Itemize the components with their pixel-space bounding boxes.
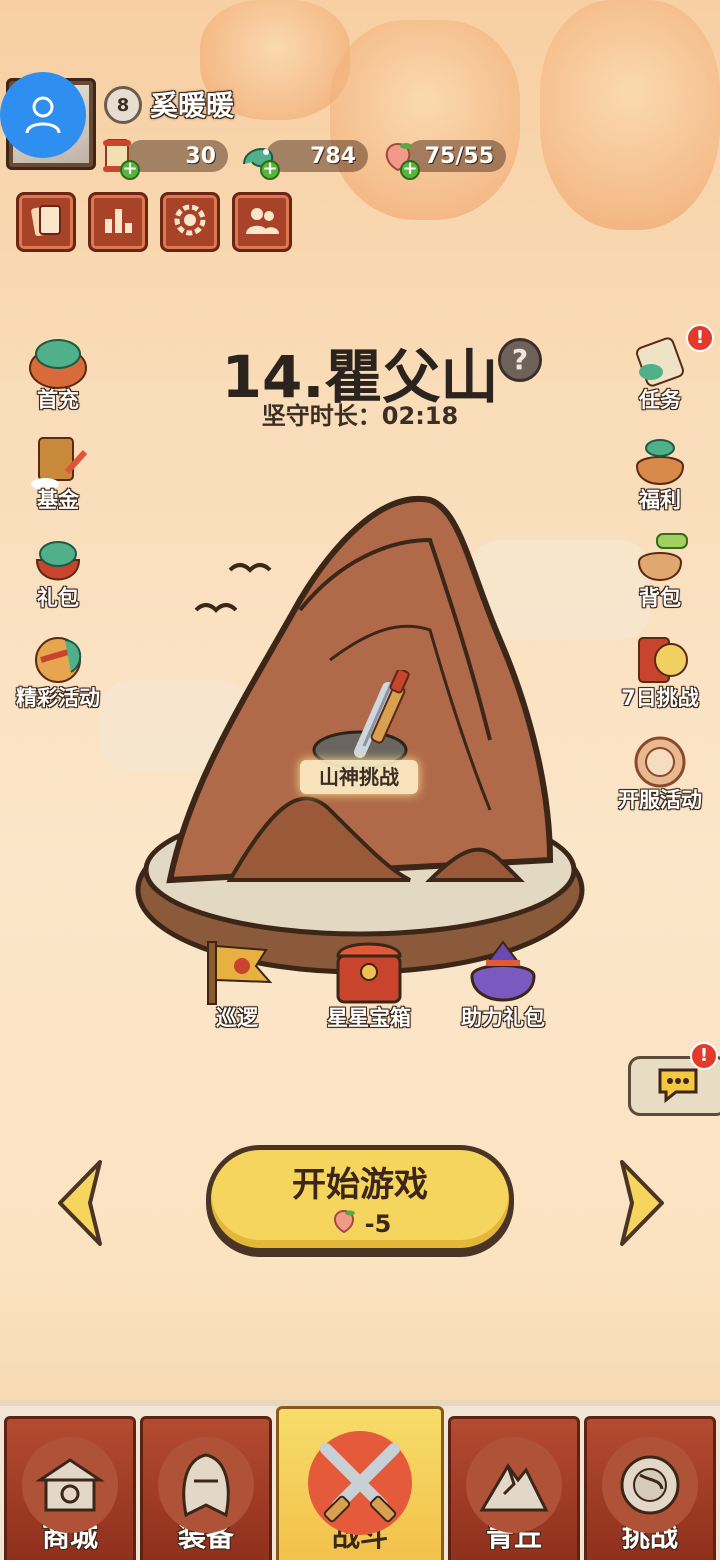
sword-in-stone-icon[interactable] — [300, 670, 420, 770]
gift-pack-button[interactable]: 礼包 — [8, 528, 108, 624]
star-chest-button[interactable]: 星星宝箱 — [314, 936, 424, 1032]
support-gift-bag-label: 助力礼包 — [461, 1006, 545, 1030]
shop-icon — [22, 1437, 118, 1533]
welfare-button[interactable]: 福利 — [610, 430, 710, 526]
challenge-orb-icon — [602, 1437, 698, 1533]
support-gift-bag-button[interactable]: 助力礼包 — [448, 936, 558, 1032]
patrol-flag-icon — [192, 936, 282, 1010]
resource-value: 30 — [126, 140, 228, 172]
tab-challenge[interactable]: 挑战 — [584, 1416, 716, 1560]
support-gift-bag-icon — [458, 936, 548, 1010]
qingqiu-mountain-icon — [466, 1437, 562, 1533]
resource-value: 75/55 — [406, 140, 506, 172]
patrol-button[interactable]: 巡逻 — [182, 936, 292, 1032]
seven-day-challenge-button[interactable]: 7日挑战 — [610, 628, 710, 724]
backpack-label: 背包 — [639, 586, 681, 610]
mountain-god-challenge-label[interactable]: 山神挑战 — [300, 760, 418, 794]
welfare-label: 福利 — [639, 488, 681, 512]
friends-button[interactable] — [232, 192, 292, 252]
tab-battle[interactable]: 战斗 — [276, 1406, 444, 1560]
start-cost-value: -5 — [364, 1209, 392, 1238]
cards-icon — [27, 201, 65, 243]
events-button[interactable]: 精彩活动 — [8, 628, 108, 724]
fund-label: 基金 — [37, 488, 79, 512]
start-cost: -5 — [329, 1206, 392, 1242]
cards-button[interactable] — [16, 192, 76, 252]
gift-pack-label: 礼包 — [37, 586, 79, 610]
server-open-event-button[interactable]: 开服活动 — [610, 730, 710, 826]
star-chest-label: 星星宝箱 — [327, 1006, 411, 1030]
avatar-placeholder-icon[interactable] — [0, 72, 86, 158]
tab-shop[interactable]: 商城 — [4, 1416, 136, 1560]
player-name: 奚暖暖 — [150, 89, 235, 122]
settings-gear-icon — [171, 201, 209, 243]
events-label: 精彩活动 — [16, 686, 100, 710]
server-open-event-label: 开服活动 — [618, 788, 702, 812]
equipment-helmet-icon — [158, 1437, 254, 1533]
tab-equipment[interactable]: 装备 — [140, 1416, 272, 1560]
background-lantern — [330, 20, 520, 220]
fund-button[interactable]: 基金 — [8, 430, 108, 526]
hold-time-label: 坚守时长：02:18 — [261, 402, 459, 430]
ranking-button[interactable] — [88, 192, 148, 252]
friends-icon — [243, 201, 281, 243]
background-lantern — [540, 0, 720, 230]
seven-day-challenge-label: 7日挑战 — [621, 686, 699, 710]
player-level-badge: 8 — [104, 86, 142, 124]
chat-alert-badge: ! — [690, 1042, 718, 1070]
tab-qingqiu[interactable]: 青丘 — [448, 1416, 580, 1560]
peach-stamina-icon — [329, 1206, 359, 1242]
chat-bubble-icon — [654, 1064, 702, 1108]
add-scroll-button[interactable]: + — [120, 160, 140, 180]
backpack-button[interactable]: 背包 — [610, 528, 710, 624]
previous-stage-arrow-icon[interactable] — [52, 1158, 112, 1248]
add-jade-button[interactable]: + — [260, 160, 280, 180]
help-icon[interactable]: ? — [498, 338, 542, 382]
add-stamina-button[interactable]: + — [400, 160, 420, 180]
ranking-icon — [99, 201, 137, 243]
settings-button[interactable] — [160, 192, 220, 252]
start-game-button[interactable]: 开始游戏 -5 — [206, 1145, 514, 1253]
resource-value: 784 — [266, 140, 368, 172]
start-game-label: 开始游戏 — [292, 1164, 428, 1205]
star-chest-icon — [324, 936, 414, 1010]
crossed-swords-icon — [308, 1431, 412, 1535]
bottom-navigation: 商城 装备 战斗 青丘 挑战 — [0, 1400, 720, 1560]
next-stage-arrow-icon[interactable] — [610, 1158, 670, 1248]
patrol-label: 巡逻 — [216, 1006, 258, 1030]
